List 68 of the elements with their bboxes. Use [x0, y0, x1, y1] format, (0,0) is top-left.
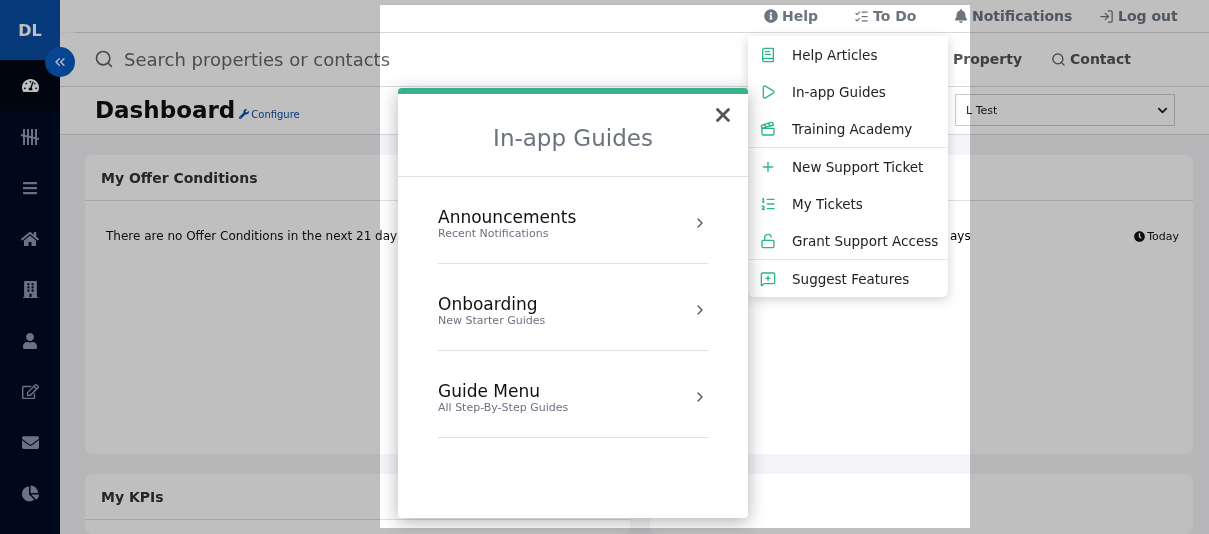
badge-label: Today: [1147, 229, 1179, 243]
nav-link[interactable]: To Do: [854, 8, 954, 25]
nav-label: Notifications: [972, 8, 1073, 25]
guide-item[interactable]: Onboarding New Starter Guides: [438, 264, 708, 351]
configure-link[interactable]: Configure: [239, 108, 300, 120]
info-icon: [764, 9, 778, 24]
menu-item[interactable]: In-app Guides: [748, 73, 948, 110]
home-icon: [21, 229, 39, 248]
menu-item[interactable]: Grant Support Access: [748, 222, 948, 259]
person-icon: [22, 332, 38, 349]
bell-icon: [954, 9, 968, 24]
empty-message: There are no Offer Conditions in the next 21 day: [106, 229, 398, 243]
menu-item[interactable]: Help Articles: [748, 36, 948, 73]
guide-item[interactable]: Announcements Recent Notifications: [438, 177, 708, 264]
button-label: Contact: [1070, 51, 1131, 68]
menu-item[interactable]: New Support Ticket: [748, 148, 948, 185]
guide-title: Guide Menu: [438, 380, 541, 401]
menu-label: Training Academy: [792, 120, 913, 137]
menu-label: In-app Guides: [792, 83, 886, 100]
menu-label: New Support Ticket: [792, 158, 924, 175]
menu-icon: [22, 179, 38, 196]
play-icon: [760, 83, 776, 100]
guide-subtitle: New Starter Guides: [438, 313, 546, 327]
dropdown-select[interactable]: L Test: [955, 94, 1175, 127]
pie-chart-icon: [21, 485, 39, 502]
search-type-button[interactable]: Contact: [1051, 51, 1141, 68]
wrench-icon: [239, 109, 250, 120]
logo: DL: [0, 0, 60, 60]
button-label: Property: [953, 51, 1023, 68]
nav-label: Help: [782, 8, 819, 25]
menu-item[interactable]: Training Academy: [748, 110, 948, 147]
guide-subtitle: Recent Notifications: [438, 226, 550, 240]
menu-label: Grant Support Access: [792, 232, 939, 249]
guide-title: Onboarding: [438, 293, 539, 314]
sidebar-item[interactable]: [0, 60, 60, 111]
tally-icon: [20, 127, 40, 146]
unlocked-padlock-icon: [760, 232, 776, 249]
checklist-icon: [854, 8, 869, 24]
dialog-title: In-app Guides: [493, 125, 653, 151]
nav-label: Log out: [1118, 8, 1178, 25]
building-icon: [21, 281, 39, 298]
edit-icon: [21, 383, 39, 400]
menu-label: My Tickets: [792, 195, 863, 212]
nav-link[interactable]: Log out: [1099, 8, 1179, 25]
menu-item[interactable]: Suggest Features: [748, 260, 948, 297]
menu-label: Help Articles: [792, 46, 878, 63]
search-placeholder: Search properties or contacts: [124, 48, 390, 70]
envelope-icon: [21, 434, 39, 451]
link-label: Configure: [251, 108, 300, 120]
guide-subtitle: All Step-By-Step Guides: [438, 400, 569, 414]
clock-icon: [1134, 230, 1146, 242]
select-value: L Test: [966, 103, 998, 117]
card-text: ays: [950, 229, 971, 243]
nav-label: To Do: [873, 8, 917, 25]
search-icon: [1051, 51, 1066, 67]
guide-title: Announcements: [438, 206, 577, 227]
menu-item[interactable]: My Tickets: [748, 185, 948, 222]
nav-link[interactable]: Help: [764, 8, 854, 25]
guide-item[interactable]: Guide Menu All Step-By-Step Guides: [438, 351, 708, 438]
gauge-icon: [21, 77, 39, 94]
menu-label: Suggest Features: [792, 270, 910, 287]
chat-plus-icon: [760, 270, 776, 287]
numbered-list-icon: [760, 195, 776, 212]
nav-link[interactable]: Notifications: [954, 8, 1099, 25]
search-icon: [94, 49, 114, 70]
book-icon: [760, 46, 776, 63]
page-title: Dashboard: [95, 97, 236, 124]
clapperboard-icon: [760, 120, 776, 137]
